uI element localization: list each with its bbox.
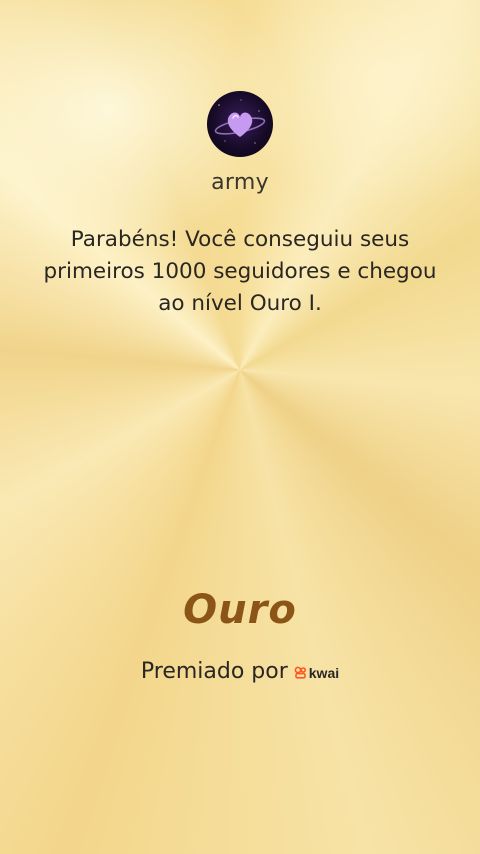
username: army xyxy=(211,170,269,195)
congratulations-message: Parabéns! Você conseguiu seus primeiros … xyxy=(43,227,437,316)
kwai-wordmark: kwai xyxy=(308,664,340,681)
purple-heart-planet-icon xyxy=(214,99,266,144)
awarded-by: Premiado por kwai xyxy=(0,659,480,684)
awarded-by-label: Premiado por xyxy=(140,659,288,684)
level-title: Ouro xyxy=(183,587,297,633)
kwai-logo: kwai xyxy=(294,665,339,681)
avatar xyxy=(207,91,273,157)
kwai-logo-icon xyxy=(294,666,306,679)
